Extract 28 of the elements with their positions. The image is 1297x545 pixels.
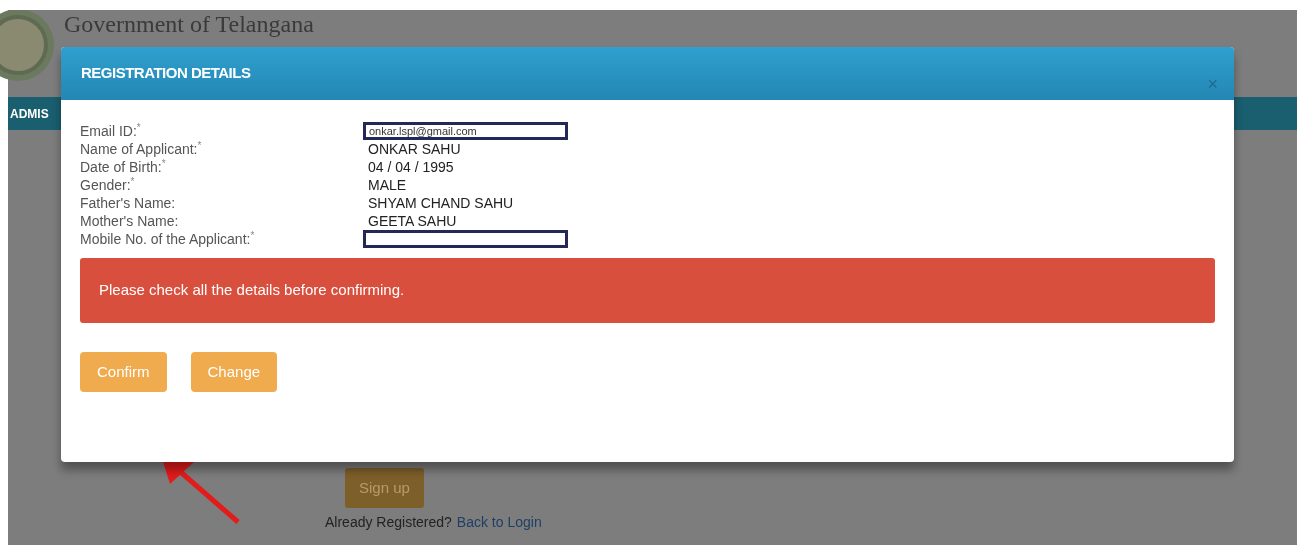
alert-text: Please check all the details before confirming. [99,280,405,301]
field-label: Gender: [80,176,131,194]
site-title: Government of Telangana [64,12,314,36]
field-label: Mobile No. of the Applicant: [80,230,251,248]
required-mark: * [136,122,141,133]
field-label: Date of Birth: [80,158,162,176]
login-prompt: Already Registered? [325,513,452,532]
redaction-bar: onkar.lspl@gmail.com [363,122,568,140]
required-mark: * [161,158,166,169]
required-mark: * [130,176,135,187]
required-mark: * [250,230,255,241]
field-value: ONKAR SAHU [368,140,461,158]
change-button[interactable]: Change [190,352,278,392]
sign-up-button[interactable]: Sign up [345,468,424,508]
confirm-button[interactable]: Confirm [80,352,167,392]
field-label: Father's Name: [80,194,176,212]
field-value: 04 / 04 / 1995 [368,158,454,176]
field-label: Name of Applicant: [80,140,198,158]
field-value: GEETA SAHU [368,212,457,230]
field-label: Email ID: [80,122,137,140]
field-value: SHYAM CHAND SAHU [368,194,514,212]
field-label: Mother's Name: [80,212,179,230]
required-mark: * [197,140,202,151]
nav-item[interactable]: ADMIS [10,104,49,123]
close-button[interactable]: × [1207,74,1218,93]
dialog-title: REGISTRATION DETAILS [81,63,251,84]
back-to-login-link[interactable]: Back to Login [456,512,542,533]
field-value: MALE [368,176,407,194]
